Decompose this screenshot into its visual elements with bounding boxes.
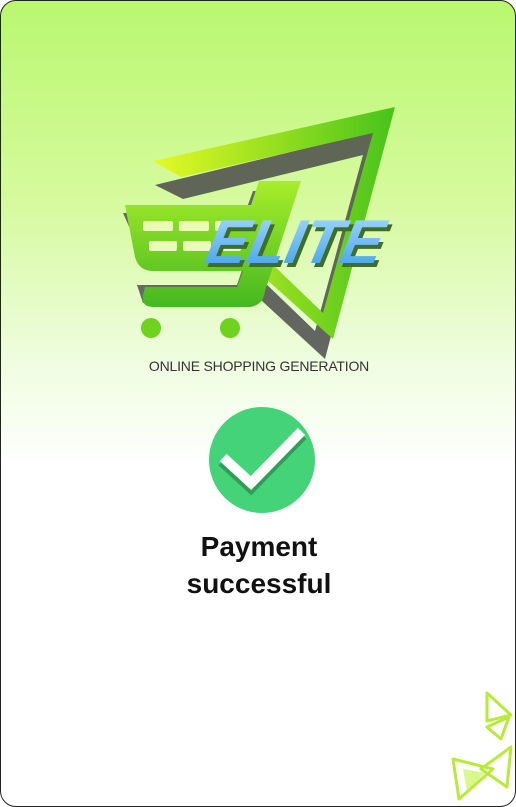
payment-status-line2: successful	[186, 568, 332, 599]
check-circle-icon	[209, 407, 315, 513]
logo-tagline: ONLINE SHOPPING GENERATION	[148, 358, 370, 374]
corner-triangles-decoration	[451, 691, 513, 801]
elite-logo: ELITE ELITE	[123, 107, 396, 359]
payment-success-screen: ELITE ELITE ONLINE SHOPPING GENERATION P…	[0, 0, 516, 807]
svg-text:ELITE: ELITE	[200, 208, 393, 277]
payment-status-line1: Payment	[200, 531, 318, 562]
payment-status-title: Payment successful	[1, 528, 515, 602]
